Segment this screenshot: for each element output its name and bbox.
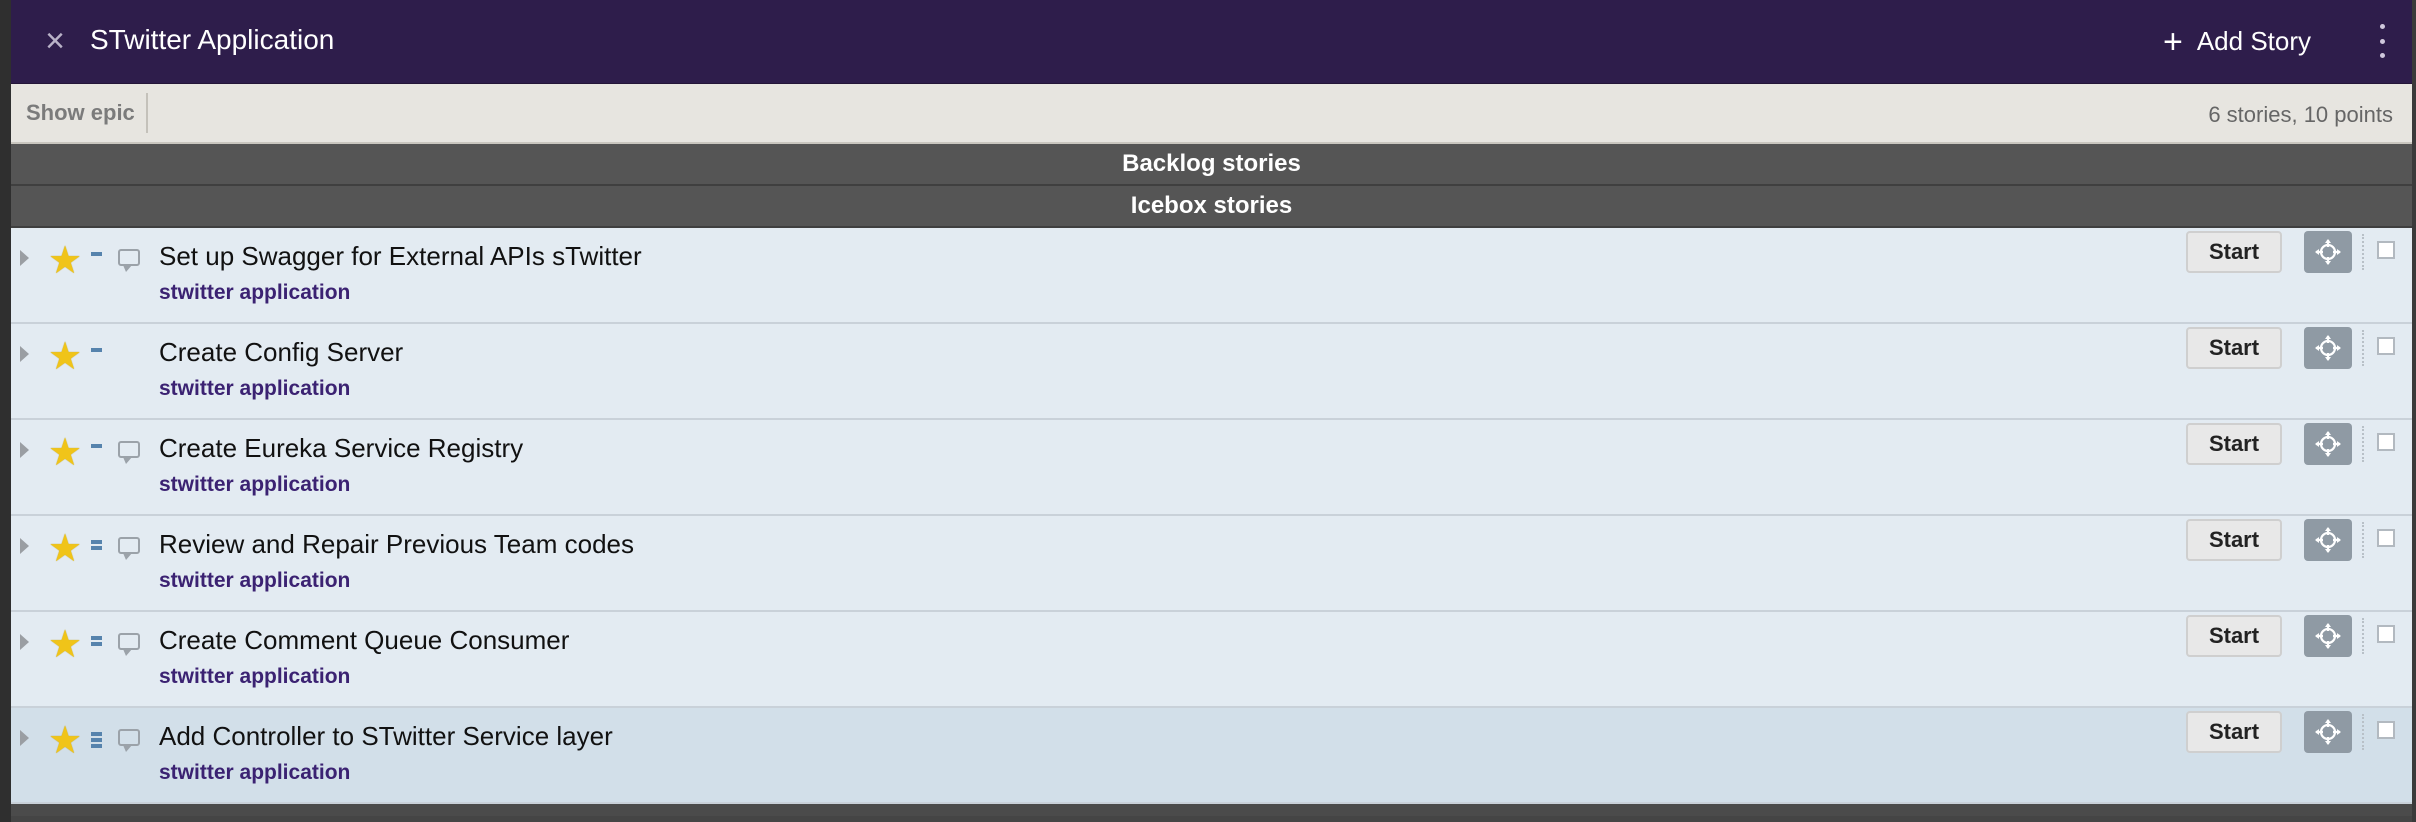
story-label[interactable]: stwitter application [159, 473, 350, 497]
move-handle-icon[interactable] [2304, 423, 2352, 465]
panel-footer [11, 804, 2412, 816]
select-checkbox[interactable] [2377, 625, 2395, 643]
story-label[interactable]: stwitter application [159, 281, 350, 305]
story-row[interactable]: ★ Create Eureka Service Registry stwitter … [11, 420, 2412, 516]
story-list: ★ Set up Swagger for External APIs sTwitt… [11, 228, 2412, 804]
estimate-icon [91, 540, 102, 550]
start-button[interactable]: Start [2186, 423, 2282, 465]
checkbox-divider [2362, 714, 2364, 750]
comment-icon [118, 633, 140, 656]
story-summary: 6 stories, 10 points [2208, 102, 2393, 127]
plus-icon: + [2162, 22, 2183, 61]
expand-arrow-icon[interactable] [20, 442, 29, 458]
story-title[interactable]: Set up Swagger for External APIs sTwitte… [159, 241, 642, 272]
start-button[interactable]: Start [2186, 231, 2282, 273]
close-icon[interactable]: × [36, 22, 74, 60]
move-handle-icon[interactable] [2304, 615, 2352, 657]
more-options-icon[interactable] [2372, 24, 2392, 58]
comment-icon [118, 537, 140, 560]
expand-arrow-icon[interactable] [20, 538, 29, 554]
star-icon[interactable]: ★ [48, 430, 82, 475]
start-button[interactable]: Start [2186, 615, 2282, 657]
star-icon[interactable]: ★ [48, 718, 82, 763]
panel-toolbar: Show epic 6 stories, 10 points [11, 84, 2412, 144]
story-title[interactable]: Create Comment Queue Consumer [159, 625, 569, 656]
move-handle-icon[interactable] [2304, 327, 2352, 369]
add-story-label: Add Story [2196, 26, 2311, 56]
icebox-section-header[interactable]: Icebox stories [11, 186, 2412, 228]
story-label[interactable]: stwitter application [159, 665, 350, 689]
start-button[interactable]: Start [2186, 711, 2282, 753]
story-title[interactable]: Add Controller to STwitter Service layer [159, 721, 613, 752]
expand-arrow-icon[interactable] [20, 250, 29, 266]
add-story-button[interactable]: + Add Story [2162, 22, 2311, 61]
estimate-icon [91, 252, 102, 256]
icebox-panel: × STwitter Application + Add Story Show … [11, 0, 2412, 822]
star-icon[interactable]: ★ [48, 334, 82, 379]
select-checkbox[interactable] [2377, 529, 2395, 547]
panel-title: STwitter Application [90, 24, 335, 55]
checkbox-divider [2362, 522, 2364, 558]
expand-arrow-icon[interactable] [20, 346, 29, 362]
star-icon[interactable]: ★ [48, 526, 82, 571]
estimate-icon [91, 444, 102, 448]
story-row[interactable]: ★ Create Comment Queue Consumer stwitter a… [11, 612, 2412, 708]
select-checkbox[interactable] [2377, 721, 2395, 739]
story-row[interactable]: ★ Set up Swagger for External APIs sTwitt… [11, 228, 2412, 324]
star-icon[interactable]: ★ [48, 622, 82, 667]
start-button[interactable]: Start [2186, 327, 2282, 369]
story-label[interactable]: stwitter application [159, 569, 350, 593]
story-row[interactable]: ★ Create Config Server stwitter applicatio… [11, 324, 2412, 420]
select-checkbox[interactable] [2377, 433, 2395, 451]
checkbox-divider [2362, 234, 2364, 270]
story-title[interactable]: Create Config Server [159, 337, 403, 368]
expand-arrow-icon[interactable] [20, 634, 29, 650]
move-handle-icon[interactable] [2304, 519, 2352, 561]
checkbox-divider [2362, 618, 2364, 654]
star-icon[interactable]: ★ [48, 238, 82, 283]
story-row[interactable]: ★ Add Controller to STwitter Service laye… [11, 708, 2412, 804]
comment-icon [118, 729, 140, 752]
story-title[interactable]: Review and Repair Previous Team codes [159, 529, 634, 560]
story-title[interactable]: Create Eureka Service Registry [159, 433, 523, 464]
checkbox-divider [2362, 426, 2364, 462]
comment-icon [118, 249, 140, 272]
expand-arrow-icon[interactable] [20, 730, 29, 746]
move-handle-icon[interactable] [2304, 711, 2352, 753]
story-label[interactable]: stwitter application [159, 377, 350, 401]
backlog-section-header[interactable]: Backlog stories [11, 144, 2412, 186]
story-row[interactable]: ★ Review and Repair Previous Team codes st… [11, 516, 2412, 612]
story-label[interactable]: stwitter application [159, 761, 350, 785]
start-button[interactable]: Start [2186, 519, 2282, 561]
select-checkbox[interactable] [2377, 241, 2395, 259]
show-epic-button[interactable]: Show epic [26, 93, 148, 133]
comment-icon [118, 441, 140, 464]
panel-header: × STwitter Application + Add Story [11, 0, 2412, 84]
left-gutter [0, 0, 11, 822]
estimate-icon [91, 636, 102, 646]
checkbox-divider [2362, 330, 2364, 366]
estimate-icon [91, 348, 102, 352]
move-handle-icon[interactable] [2304, 231, 2352, 273]
select-checkbox[interactable] [2377, 337, 2395, 355]
estimate-icon [91, 732, 102, 748]
